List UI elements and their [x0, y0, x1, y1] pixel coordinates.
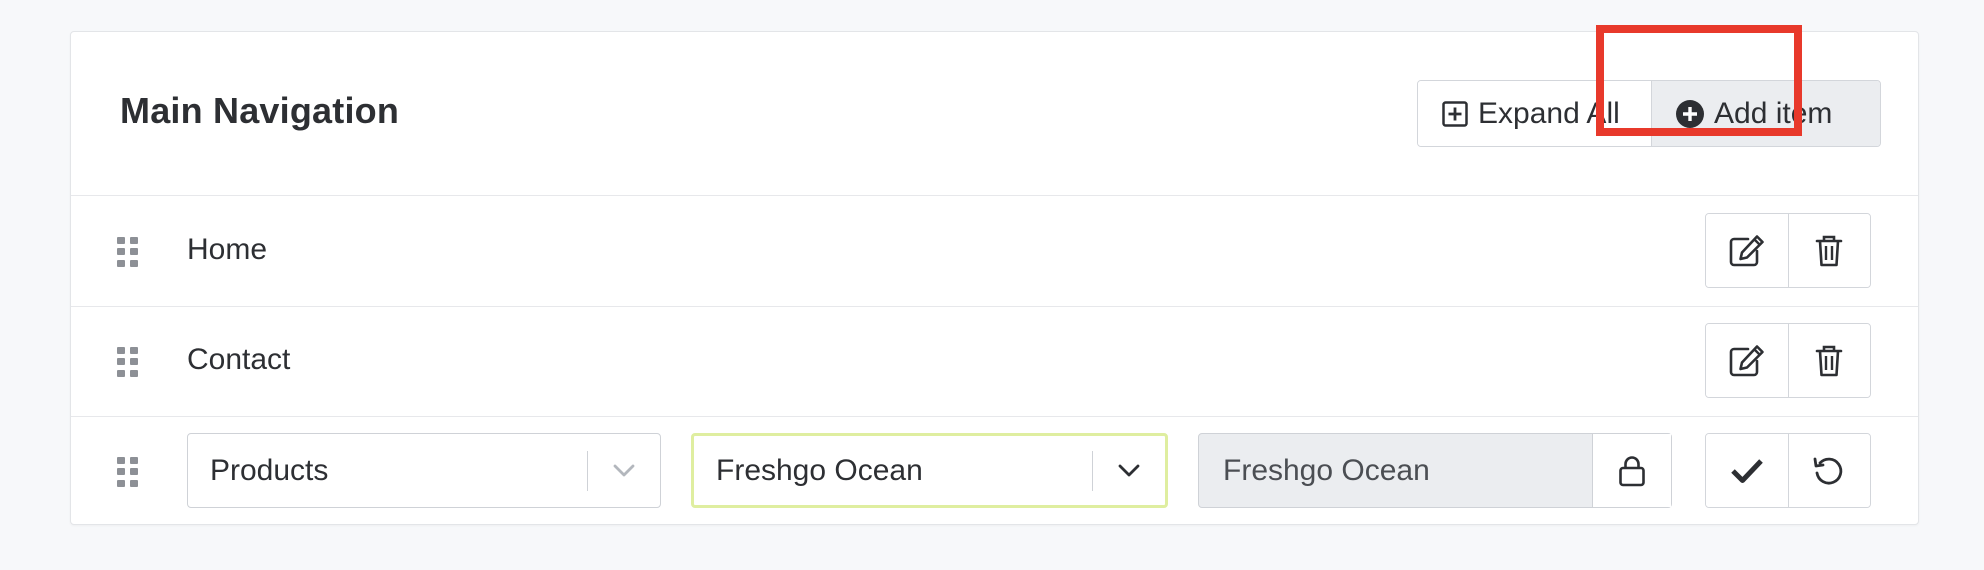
delete-button[interactable]	[1787, 324, 1870, 397]
item-type-value: Products	[210, 453, 329, 487]
trash-icon	[1815, 235, 1843, 266]
add-item-label: Add item	[1714, 96, 1833, 130]
plus-circle-icon	[1676, 99, 1704, 128]
panel-header: Main Navigation Expand All Add item	[71, 32, 1918, 196]
trash-icon	[1815, 345, 1843, 376]
drag-handle-icon[interactable]	[117, 237, 139, 267]
header-button-group: Expand All Add item	[1417, 80, 1881, 147]
item-title-value: Freshgo Ocean	[1223, 453, 1430, 487]
check-icon	[1730, 458, 1763, 483]
menu-item-label: Contact	[187, 343, 291, 376]
drag-handle-icon[interactable]	[117, 347, 139, 377]
list-item-editing: Products Freshgo Ocean Freshgo Ocean	[71, 417, 1918, 525]
lock-icon[interactable]	[1592, 434, 1671, 507]
navigation-panel: Main Navigation Expand All Add item Home	[70, 31, 1919, 525]
item-type-select[interactable]: Products	[187, 433, 661, 508]
list-item: Contact	[71, 307, 1918, 417]
confirm-button[interactable]	[1706, 434, 1788, 507]
reset-button[interactable]	[1787, 434, 1870, 507]
item-target-select[interactable]: Freshgo Ocean	[691, 433, 1168, 508]
add-item-button[interactable]: Add item	[1652, 81, 1880, 146]
row-actions	[1705, 213, 1871, 288]
plus-square-icon	[1442, 100, 1468, 127]
undo-icon	[1813, 457, 1843, 484]
row-actions	[1705, 323, 1871, 398]
row-actions	[1705, 433, 1871, 508]
edit-icon	[1729, 344, 1764, 376]
edit-button[interactable]	[1706, 324, 1788, 397]
expand-all-label: Expand All	[1478, 96, 1620, 130]
expand-all-button[interactable]: Expand All	[1418, 81, 1652, 146]
item-title-field[interactable]: Freshgo Ocean	[1198, 433, 1672, 508]
edit-button[interactable]	[1706, 214, 1788, 287]
edit-icon	[1729, 234, 1764, 266]
item-target-value: Freshgo Ocean	[716, 453, 923, 487]
page-title: Main Navigation	[120, 90, 400, 131]
menu-item-label: Home	[187, 233, 268, 266]
chevron-down-icon[interactable]	[1093, 464, 1165, 478]
chevron-down-icon[interactable]	[588, 464, 660, 478]
list-item: Home	[71, 197, 1918, 307]
drag-handle-icon[interactable]	[117, 457, 139, 487]
delete-button[interactable]	[1787, 214, 1870, 287]
